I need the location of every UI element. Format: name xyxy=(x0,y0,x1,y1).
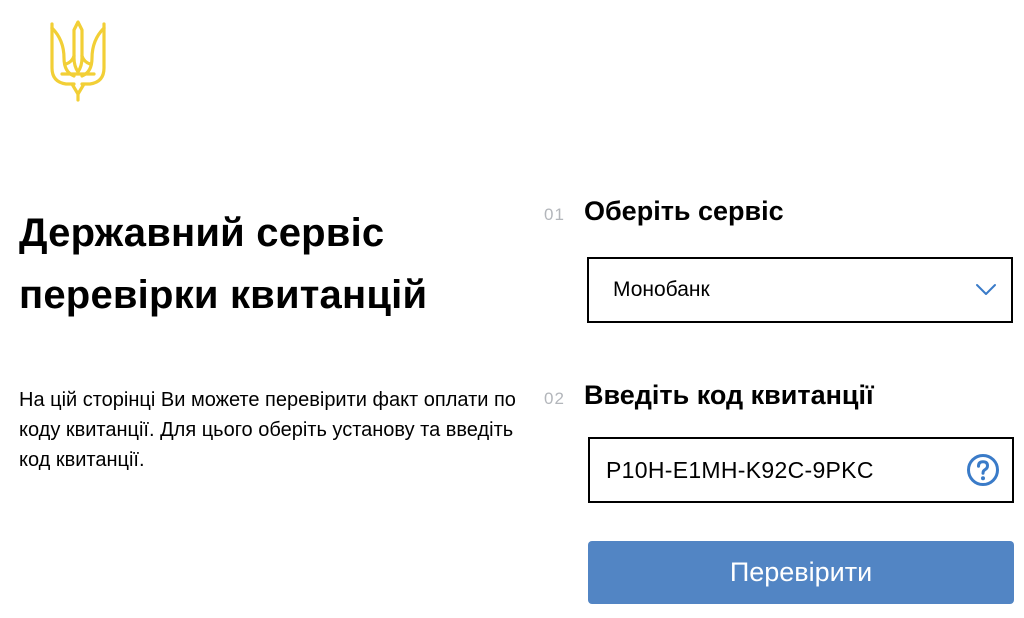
ukraine-trident-icon xyxy=(50,20,106,102)
page-description: На цій сторінці Ви можете перевірити фак… xyxy=(19,389,516,471)
check-button[interactable]: Перевірити xyxy=(588,541,1014,604)
page-title: Державний сервіс перевірки квитанцій xyxy=(19,202,519,326)
service-select-value: Монобанк xyxy=(613,278,710,301)
page-title-line-2: перевірки квитанцій xyxy=(19,273,428,317)
chevron-down-icon xyxy=(976,284,996,295)
page-title-line-1: Державний сервіс xyxy=(19,211,385,255)
page: Державний сервіс перевірки квитанцій На … xyxy=(0,0,1024,618)
receipt-code-input[interactable] xyxy=(606,456,966,484)
receipt-code-field xyxy=(588,437,1014,503)
service-select[interactable]: Монобанк xyxy=(587,257,1013,323)
question-circle-icon[interactable] xyxy=(966,453,1000,487)
step-2-header: 02 Введіть код квитанції xyxy=(544,380,874,411)
step-1-number: 01 xyxy=(544,205,565,224)
step-1-title: Оберіть сервіс xyxy=(584,196,784,226)
step-2-number: 02 xyxy=(544,389,565,408)
step-1-header: 01 Оберіть сервіс xyxy=(544,196,784,227)
step-2-title: Введіть код квитанції xyxy=(584,380,874,410)
